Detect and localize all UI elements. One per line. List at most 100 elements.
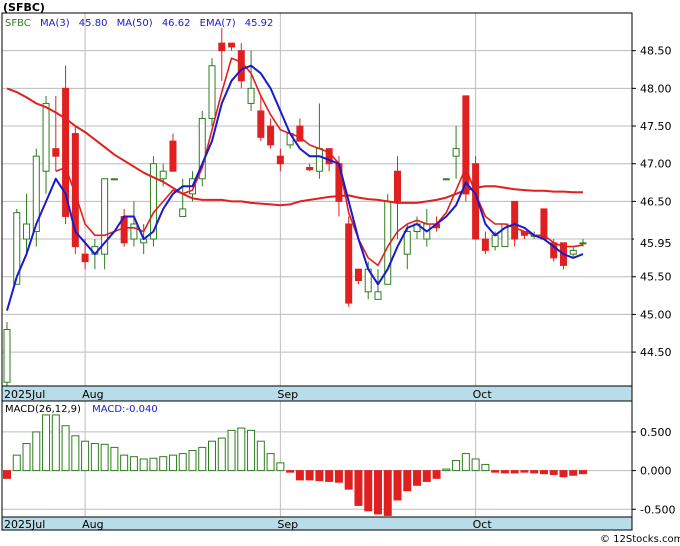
macd-bar-negative — [569, 470, 578, 476]
macd-x-label: Sep — [277, 518, 298, 531]
macd-x-label: 2025Jul — [4, 518, 45, 531]
price-tick-label: 48.00 — [640, 82, 672, 95]
macd-bar-positive — [71, 435, 80, 472]
moving-average-lines — [6, 57, 584, 311]
candle-up — [452, 148, 460, 157]
macd-bar-negative — [3, 470, 11, 479]
legend-ema7-label: EMA(7) — [200, 18, 236, 29]
macd-legend: MACD(26,12,9) MACD:-0.040 — [5, 404, 158, 415]
macd-bar-positive — [256, 440, 265, 472]
macd-bar-positive — [139, 458, 148, 472]
macd-bar-negative — [403, 470, 412, 492]
candle-down — [257, 110, 265, 138]
macd-bar-positive — [90, 443, 99, 472]
candle-up — [491, 234, 499, 248]
candle-up — [23, 223, 31, 240]
macd-bar-negative — [383, 470, 392, 516]
macd-bar-negative — [344, 470, 353, 490]
macd-bar-negative — [295, 470, 304, 481]
macd-bar-negative — [354, 470, 363, 506]
macd-bar-positive — [22, 443, 31, 472]
macd-bar-negative — [393, 470, 402, 501]
macd-bar-positive — [168, 454, 177, 472]
macd-bar-negative — [491, 470, 500, 473]
candle-up — [159, 170, 167, 180]
legend-ma50-label: MA(50) — [117, 18, 153, 29]
macd-bar-positive — [208, 440, 217, 472]
macd-bar-positive — [188, 449, 197, 472]
macd-bar-positive — [51, 414, 60, 472]
macd-bar-negative — [500, 470, 509, 474]
candle-down — [81, 253, 89, 263]
macd-bar-negative — [334, 470, 343, 483]
chart-title: (SFBC) — [3, 1, 45, 14]
macd-bar-positive — [471, 458, 480, 472]
price-tick-label: 45.00 — [640, 308, 672, 321]
macd-bar-negative — [539, 470, 548, 475]
candle-down — [228, 42, 236, 48]
candle-down — [237, 50, 245, 82]
macd-bar-negative — [432, 470, 441, 479]
macd-bar-positive — [276, 462, 285, 472]
macd-bar-positive — [452, 460, 461, 472]
candle-up — [579, 242, 587, 245]
macd-bar-positive — [247, 429, 256, 472]
macd-bar-positive — [461, 453, 470, 472]
macd-histogram — [3, 414, 587, 516]
macd-bar-positive — [227, 429, 236, 472]
macd-bar-negative — [510, 470, 519, 474]
price-x-label: 2025Jul — [4, 388, 45, 401]
last-price-label: 45.95 — [640, 237, 672, 250]
macd-bar-positive — [100, 443, 109, 472]
candle-down — [345, 223, 353, 304]
macd-bar-positive — [217, 437, 226, 472]
candle-down — [462, 95, 470, 195]
macd-bar-negative — [422, 470, 431, 482]
price-tick-label: 45.50 — [640, 271, 672, 284]
candle-down — [276, 155, 284, 165]
macd-bar-negative — [364, 470, 373, 512]
price-x-label: Aug — [82, 388, 103, 401]
candle-down — [511, 200, 519, 240]
macd-bar-negative — [305, 470, 314, 481]
macd-bar-positive — [120, 454, 129, 472]
price-y-axis: 48.5048.0047.5047.0046.5046.0045.5045.00… — [632, 45, 672, 359]
candle-up — [42, 102, 50, 172]
macd-tick-label: 0.000 — [640, 465, 672, 478]
legend-ma3-label: MA(3) — [40, 18, 70, 29]
price-tick-label: 48.50 — [640, 45, 672, 58]
macd-bar-positive — [42, 414, 51, 472]
candle-up — [569, 249, 577, 255]
macd-bar-positive — [266, 453, 275, 472]
candle-down — [218, 42, 226, 52]
price-tick-label: 47.00 — [640, 158, 672, 171]
macd-bar-positive — [81, 440, 90, 472]
candle-up — [3, 328, 11, 383]
stock-chart: 48.5048.0047.5047.0046.5046.0045.5045.00… — [1, 1, 680, 545]
candle-up — [130, 223, 138, 240]
legend-ticker: SFBC — [5, 18, 31, 29]
last-price-tag: 45.95 — [634, 234, 676, 251]
macd-bar-positive — [481, 463, 490, 472]
macd-x-label: Oct — [473, 518, 493, 531]
legend-ema7-value: 45.92 — [245, 18, 274, 29]
candle-up — [442, 178, 450, 181]
macd-bar-positive — [178, 453, 187, 472]
macd-bar-positive — [159, 456, 168, 472]
macd-bar-positive — [442, 468, 451, 472]
candle-down — [306, 166, 314, 171]
candle-down — [481, 238, 489, 251]
price-tick-label: 46.50 — [640, 195, 672, 208]
price-tick-label: 44.50 — [640, 346, 672, 359]
macd-tick-label: 0.500 — [640, 426, 672, 439]
macd-bar-negative — [549, 470, 558, 475]
macd-bar-positive — [198, 446, 207, 472]
macd-bar-positive — [12, 454, 21, 472]
price-legend: SFBC MA(3) 45.80 MA(50) 46.62 EMA(7) 45.… — [5, 18, 273, 29]
ma50-line — [6, 87, 583, 207]
candle-up — [110, 178, 118, 181]
legend-ma50-value: 46.62 — [162, 18, 191, 29]
macd-bar-negative — [520, 470, 529, 473]
macd-bar-negative — [286, 470, 295, 473]
candle-down — [52, 148, 60, 157]
